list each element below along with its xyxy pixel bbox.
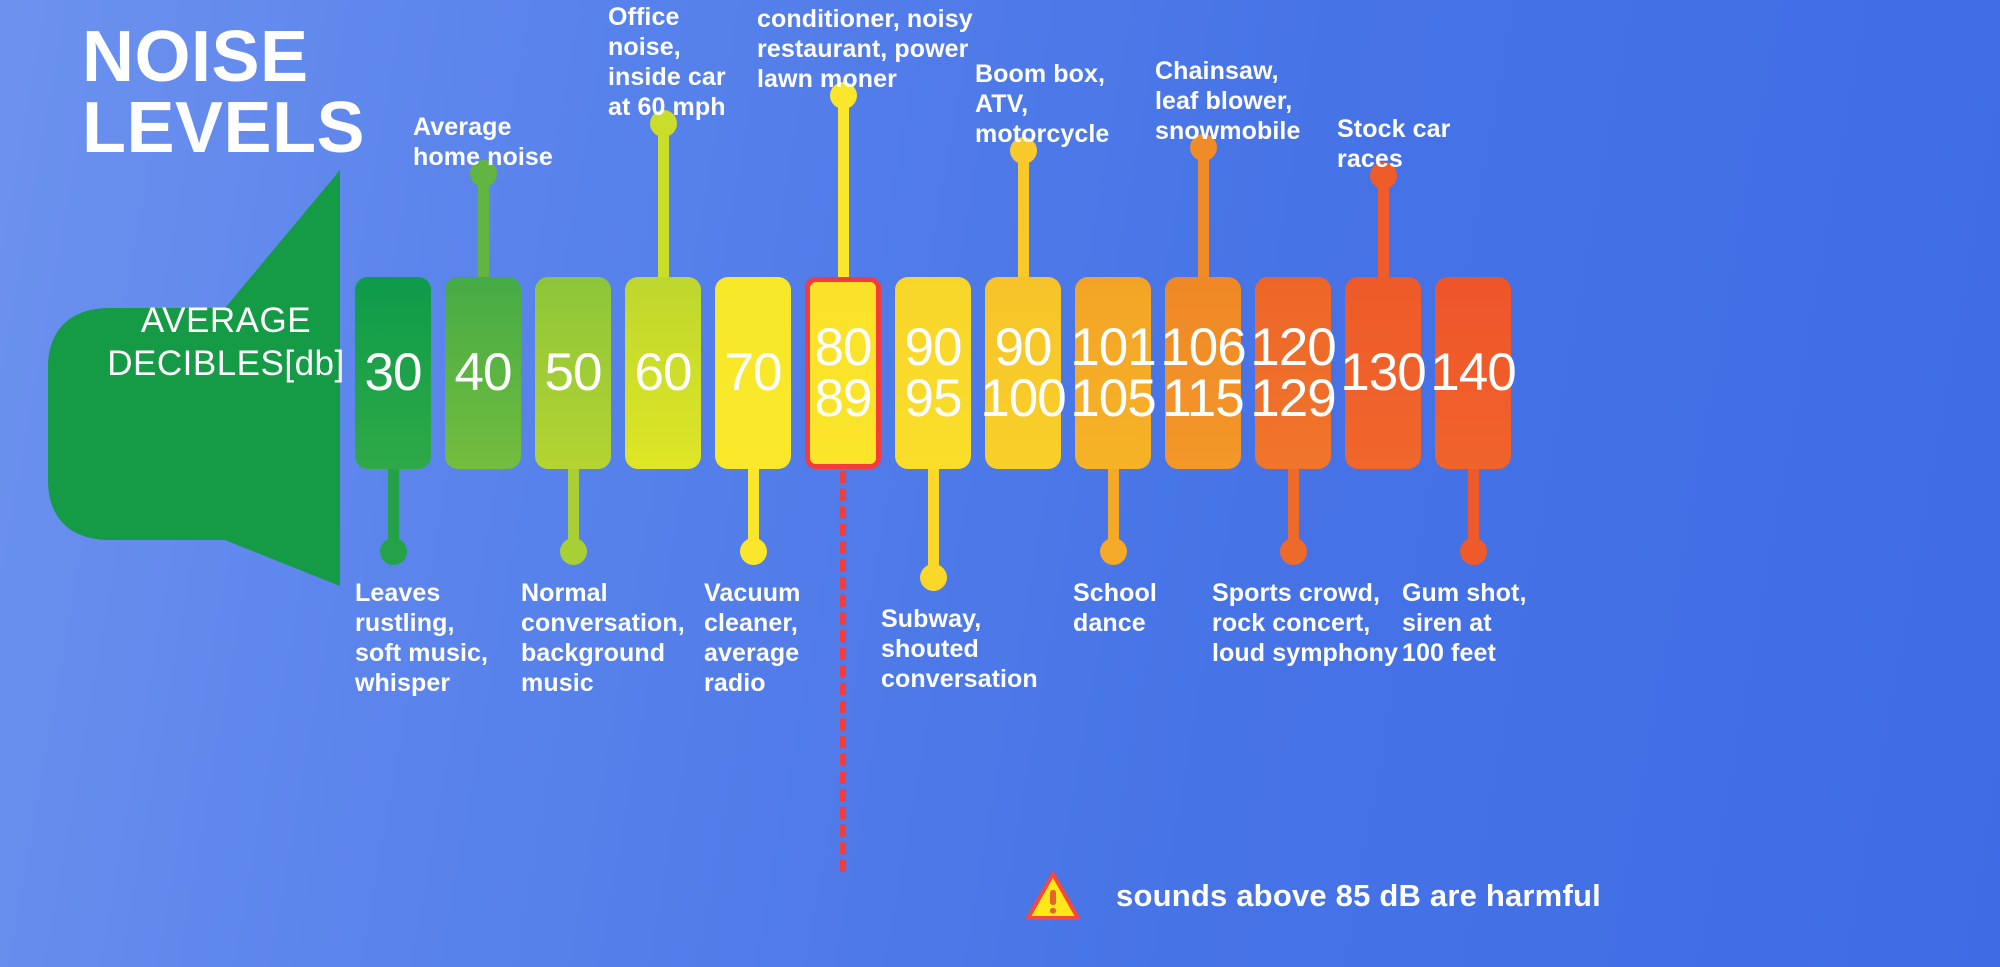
decibel-value: 50	[544, 343, 603, 403]
decibel-bar[interactable]: 40	[445, 277, 521, 469]
bar-connector-line	[837, 94, 849, 291]
decibel-bar[interactable]: 60	[625, 277, 701, 469]
decibel-bar[interactable]: 70	[715, 277, 791, 469]
decibel-bar[interactable]: 130	[1340, 277, 1427, 469]
bar-connector-line	[927, 463, 939, 578]
sound-source-label: Boom box, ATV, motorcycle	[975, 60, 1110, 148]
sound-source-label: Office noise, inside car at 60 mph	[608, 3, 726, 121]
decibel-bar[interactable]: 106 115	[1160, 277, 1247, 469]
decibel-value: 90 100	[980, 317, 1066, 428]
bar-connector-dot	[739, 538, 767, 565]
decibel-bar[interactable]: 80 89	[805, 277, 881, 469]
decibel-bar[interactable]: 120 129	[1250, 277, 1337, 469]
decibel-value: 60	[634, 343, 693, 403]
decibel-value: 140	[1430, 343, 1516, 403]
bar-connector-line	[1017, 149, 1029, 291]
decibel-value: 130	[1340, 343, 1426, 403]
decibel-bar[interactable]: 140	[1430, 277, 1517, 469]
sound-source-label: Sports crowd, rock concert, loud symphon…	[1212, 579, 1399, 667]
sound-source-label: Stock car races	[1337, 115, 1451, 173]
sound-source-label: Gum shot, siren at 100 feet	[1402, 579, 1527, 667]
decibel-bar[interactable]: 101 105	[1070, 277, 1157, 469]
decibel-value: 90 95	[904, 317, 963, 428]
sound-source-label: School dance	[1073, 579, 1157, 637]
sound-source-label: Heavy traffic, window air conditioner, n…	[757, 0, 973, 93]
decibel-value: 106 115	[1160, 317, 1246, 428]
harmful-warning-text: sounds above 85 dB are harmful	[1116, 878, 1601, 913]
bar-connector-dot	[1279, 538, 1307, 565]
decibel-value: 70	[724, 343, 783, 403]
sound-source-label: Chainsaw, leaf blower, snowmobile	[1155, 57, 1301, 145]
warning-triangle-icon	[1026, 872, 1080, 920]
bar-connector-line	[477, 172, 489, 291]
bar-connector-line	[1197, 146, 1209, 291]
bar-connector-dot	[1099, 538, 1127, 565]
harmful-threshold-dashed-line	[840, 471, 846, 872]
decibel-bar[interactable]: 30	[355, 277, 431, 469]
decibel-bar[interactable]: 90 100	[980, 277, 1067, 469]
bar-connector-dot	[919, 564, 947, 591]
decibel-value: 30	[364, 343, 423, 403]
sound-source-label: Leaves rustling, soft music, whisper	[355, 579, 489, 697]
decibel-value: 101 105	[1070, 317, 1156, 428]
bar-connector-dot	[379, 538, 407, 565]
decibel-value: 120 129	[1250, 317, 1336, 428]
sound-source-label: Subway, shouted conversation	[881, 605, 1038, 693]
bar-track: 30 Leaves rustling, soft music, whisper 40…	[0, 0, 2000, 967]
decibel-bar[interactable]: 90 95	[895, 277, 971, 469]
harmful-warning: sounds above 85 dB are harmful	[1026, 872, 1601, 920]
decibel-bar[interactable]: 50	[535, 277, 611, 469]
decibel-value: 40	[454, 343, 513, 403]
bar-connector-dot	[559, 538, 587, 565]
bar-connector-line	[657, 122, 669, 291]
decibel-value: 80 89	[814, 317, 873, 428]
sound-source-label: Normal conversation, background music	[521, 579, 685, 697]
infographic-canvas: NOISE LEVELS AVERAGE DECIBLES[db] 30 Leav…	[0, 0, 2000, 967]
sound-source-label: Average home noise	[413, 113, 553, 171]
bar-connector-line	[1377, 174, 1389, 291]
bar-connector-dot	[1459, 538, 1487, 565]
